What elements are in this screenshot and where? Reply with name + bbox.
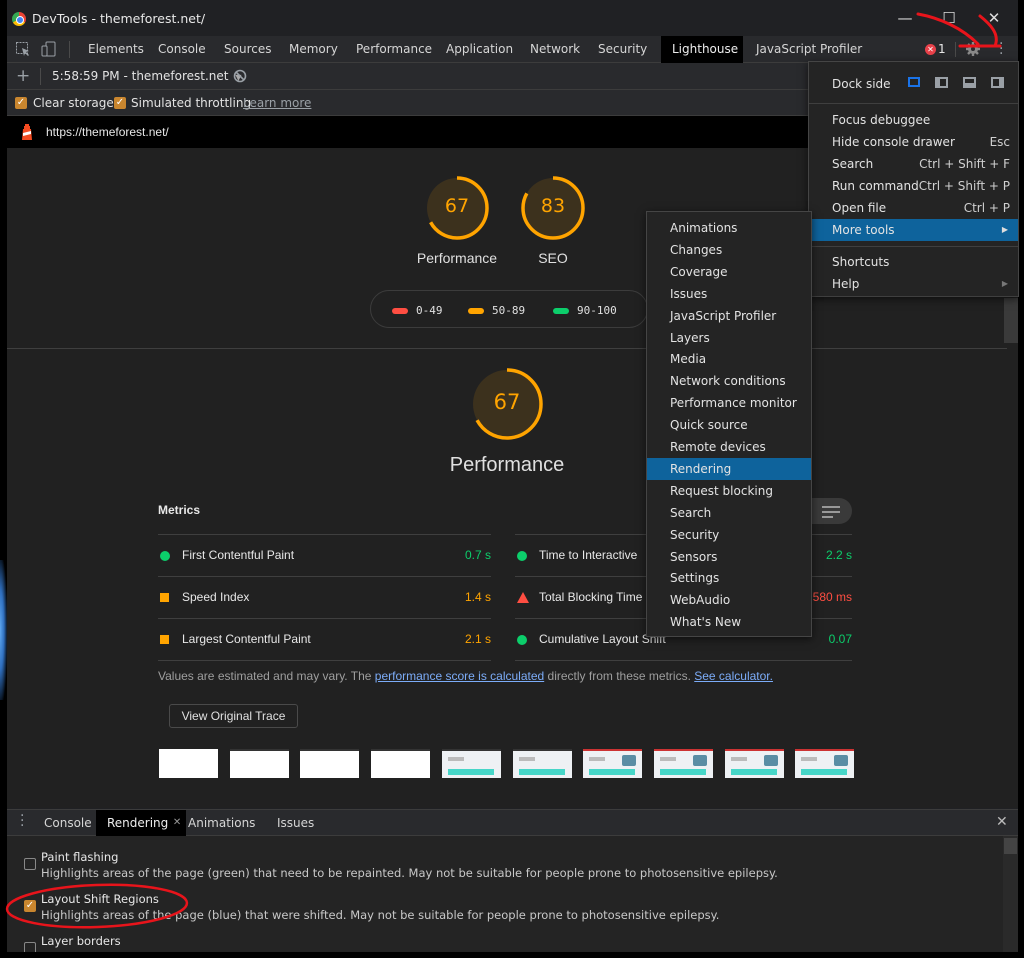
devtools-window: DevTools - themeforest.net/ — ☐ ✕ Elemen…: [5, 0, 1019, 952]
annotation-circle: [5, 883, 189, 929]
red-annotation-overlay: [5, 12, 1002, 929]
annotation-arrow: [916, 12, 1002, 48]
